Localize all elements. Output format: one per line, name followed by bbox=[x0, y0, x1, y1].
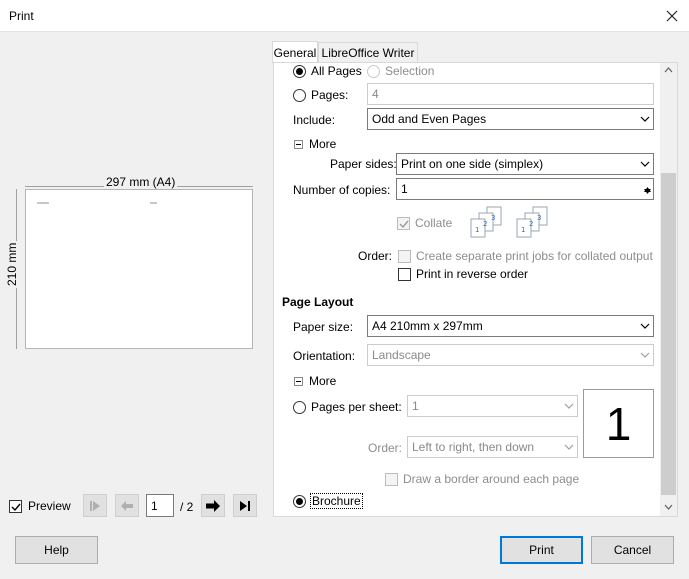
chevron-down-icon bbox=[560, 437, 577, 457]
first-page-icon bbox=[90, 500, 100, 511]
draw-border-option[interactable]: Draw a border around each page bbox=[385, 472, 579, 486]
help-button[interactable]: Help bbox=[15, 536, 98, 564]
separate-jobs-label: Create separate print jobs for collated … bbox=[416, 249, 653, 263]
all-pages-label: All Pages bbox=[311, 64, 362, 78]
first-page-button[interactable] bbox=[83, 494, 107, 517]
collapse-icon bbox=[294, 139, 303, 149]
sheet-layout-preview: 1 bbox=[583, 389, 654, 458]
selection-label: Selection bbox=[385, 64, 435, 78]
svg-text:3: 3 bbox=[537, 214, 541, 222]
chevron-down-icon bbox=[636, 154, 653, 174]
copies-spinbox[interactable]: 1 bbox=[396, 178, 654, 200]
pages-per-sheet-label: Pages per sheet: bbox=[311, 400, 402, 414]
more-layout-expander[interactable]: More bbox=[294, 374, 336, 388]
brochure-label: Brochure bbox=[310, 493, 363, 509]
more-expander[interactable]: More bbox=[294, 137, 336, 151]
window-title: Print bbox=[9, 9, 34, 23]
pages-radio[interactable] bbox=[293, 88, 306, 102]
vertical-scrollbar[interactable] bbox=[660, 63, 677, 516]
preview-label: Preview bbox=[28, 499, 71, 513]
orientation-select[interactable]: Landscape bbox=[367, 344, 654, 366]
cancel-button[interactable]: Cancel bbox=[591, 536, 674, 564]
more-label: More bbox=[309, 137, 337, 151]
page-preview bbox=[25, 189, 253, 349]
collate-checkbox[interactable] bbox=[397, 216, 410, 230]
pages-per-sheet-radio[interactable] bbox=[293, 400, 306, 414]
chevron-down-icon bbox=[636, 345, 653, 365]
pages-per-sheet-option[interactable]: Pages per sheet: bbox=[293, 400, 402, 414]
include-select[interactable]: Odd and Even Pages bbox=[367, 108, 654, 130]
copies-label: Number of copies: bbox=[293, 183, 391, 197]
print-button[interactable]: Print bbox=[500, 536, 583, 564]
pages-label: Pages: bbox=[311, 88, 349, 102]
paper-size-select[interactable]: A4 210mm x 297mm bbox=[367, 315, 654, 337]
reverse-order-option[interactable]: Print in reverse order bbox=[398, 267, 528, 281]
chevron-down-icon bbox=[636, 109, 653, 129]
svg-text:1: 1 bbox=[475, 226, 479, 234]
previous-page-button[interactable] bbox=[115, 494, 139, 517]
brochure-radio[interactable] bbox=[293, 494, 306, 508]
page-layout-heading: Page Layout bbox=[282, 295, 354, 309]
draw-border-label: Draw a border around each page bbox=[403, 472, 580, 486]
last-page-icon bbox=[240, 500, 250, 511]
general-tab-panel: All Pages Selection Pages: 4 Include: Od… bbox=[273, 62, 678, 517]
svg-text:2: 2 bbox=[529, 220, 533, 228]
layout-order-label: Order: bbox=[368, 441, 403, 455]
pages-option[interactable]: Pages: bbox=[293, 88, 348, 102]
svg-text:2: 2 bbox=[483, 220, 487, 228]
separate-jobs-checkbox[interactable] bbox=[398, 249, 411, 263]
preview-text-mark bbox=[37, 202, 49, 204]
next-page-button[interactable] bbox=[201, 494, 225, 517]
collapse-icon bbox=[294, 376, 303, 386]
include-label: Include: bbox=[293, 113, 336, 127]
preview-toggle[interactable]: Preview bbox=[9, 499, 71, 513]
svg-text:1: 1 bbox=[521, 226, 525, 234]
selection-radio[interactable] bbox=[367, 64, 380, 78]
spin-down-icon[interactable] bbox=[644, 183, 651, 197]
close-icon bbox=[666, 10, 678, 22]
collate-option[interactable]: Collate bbox=[397, 216, 452, 230]
tab-libreoffice-writer[interactable]: LibreOffice Writer bbox=[318, 42, 418, 63]
layout-order-select[interactable]: Left to right, then down bbox=[407, 436, 578, 458]
preview-checkbox[interactable] bbox=[9, 499, 22, 513]
tab-general[interactable]: General bbox=[272, 41, 318, 63]
orientation-label: Orientation: bbox=[293, 349, 356, 363]
selection-option[interactable]: Selection bbox=[367, 64, 434, 78]
all-pages-option[interactable]: All Pages bbox=[293, 64, 362, 78]
arrow-right-icon bbox=[206, 499, 220, 512]
scroll-up-icon[interactable] bbox=[664, 67, 673, 73]
brochure-option[interactable]: Brochure bbox=[293, 493, 363, 509]
paper-sides-label: Paper sides: bbox=[330, 157, 397, 171]
paper-size-label: Paper size: bbox=[293, 320, 354, 334]
collate-pages-icon: 1 2 3 bbox=[470, 206, 502, 238]
pages-input[interactable]: 4 bbox=[367, 83, 654, 105]
more-layout-label: More bbox=[309, 374, 337, 388]
pages-per-sheet-select[interactable]: 1 bbox=[407, 395, 578, 417]
page-total: / 2 bbox=[180, 500, 194, 514]
order-label: Order: bbox=[358, 249, 393, 263]
preview-text-mark bbox=[150, 202, 157, 204]
draw-border-checkbox[interactable] bbox=[385, 472, 398, 486]
all-pages-radio[interactable] bbox=[293, 64, 306, 78]
last-page-button[interactable] bbox=[233, 494, 257, 517]
arrow-left-icon bbox=[121, 500, 133, 511]
chevron-down-icon bbox=[636, 316, 653, 336]
scroll-down-icon[interactable] bbox=[664, 504, 673, 510]
reverse-order-label: Print in reverse order bbox=[416, 267, 529, 281]
preview-height-label: 210 mm bbox=[5, 240, 19, 288]
scrollbar-thumb[interactable] bbox=[661, 173, 676, 495]
collate-pages-icon: 1 2 3 bbox=[516, 206, 548, 238]
preview-width-label: 297 mm (A4) bbox=[104, 175, 178, 189]
separate-jobs-option[interactable]: Create separate print jobs for collated … bbox=[398, 249, 653, 263]
close-button[interactable] bbox=[655, 0, 689, 32]
svg-text:3: 3 bbox=[491, 214, 495, 222]
collate-label: Collate bbox=[415, 216, 453, 230]
title-bar: Print bbox=[0, 0, 689, 32]
reverse-order-checkbox[interactable] bbox=[398, 267, 411, 281]
chevron-down-icon bbox=[560, 396, 577, 416]
paper-sides-select[interactable]: Print on one side (simplex) bbox=[396, 153, 654, 175]
page-number-input[interactable]: 1 bbox=[146, 494, 174, 517]
